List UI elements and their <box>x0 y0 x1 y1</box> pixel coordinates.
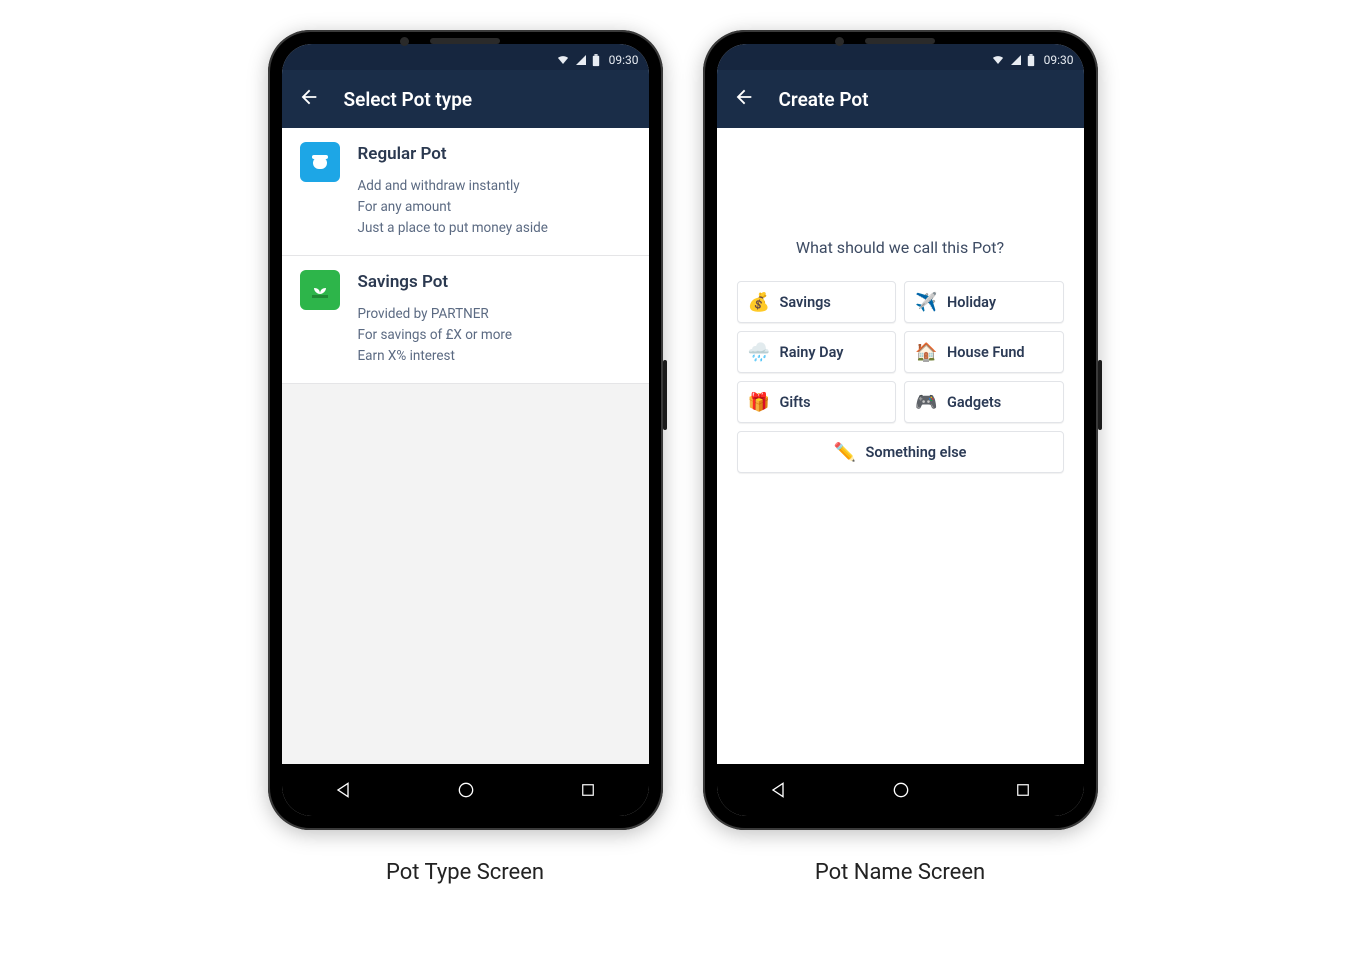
chip-rainy-day[interactable]: 🌧️ Rainy Day <box>737 331 897 373</box>
phone-b-wrap: 09:30 Create Pot What should we call thi… <box>703 30 1098 885</box>
speaker <box>430 38 500 44</box>
option-savings-pot[interactable]: Savings Pot Provided by PARTNER For savi… <box>282 256 649 384</box>
chip-gadgets[interactable]: 🎮 Gadgets <box>904 381 1064 423</box>
nav-back-icon[interactable] <box>333 780 353 800</box>
chip-something-else[interactable]: ✏️ Something else <box>737 431 1064 473</box>
front-camera <box>835 37 844 46</box>
option-text: Regular Pot Add and withdraw instantly F… <box>358 142 631 239</box>
create-prompt: What should we call this Pot? <box>737 128 1064 281</box>
plane-icon: ✈️ <box>915 292 937 313</box>
power-button <box>663 360 667 430</box>
option-desc-line: Earn X% interest <box>358 346 631 367</box>
option-title: Savings Pot <box>358 272 631 292</box>
android-nav-bar <box>282 764 649 816</box>
phone-a-frame: 09:30 Select Pot type <box>268 30 663 830</box>
option-desc-line: Provided by PARTNER <box>358 304 631 325</box>
pot-icon <box>300 142 340 182</box>
speaker-bar <box>703 30 1098 52</box>
back-button[interactable] <box>298 86 320 113</box>
create-body: What should we call this Pot? 💰 Savings … <box>717 128 1084 764</box>
nav-home-icon[interactable] <box>891 780 911 800</box>
caption-a: Pot Type Screen <box>386 860 544 885</box>
app-bar: Create Pot <box>717 70 1084 128</box>
option-regular-pot[interactable]: Regular Pot Add and withdraw instantly F… <box>282 128 649 256</box>
signal-icon <box>1010 54 1022 66</box>
battery-icon <box>1027 54 1035 67</box>
chip-label: Savings <box>780 294 831 311</box>
pot-type-list: Regular Pot Add and withdraw instantly F… <box>282 128 649 384</box>
option-desc: Add and withdraw instantly For any amoun… <box>358 176 631 239</box>
nav-recent-icon[interactable] <box>1014 781 1032 799</box>
app-bar: Select Pot type <box>282 70 649 128</box>
plant-icon <box>300 270 340 310</box>
status-time: 09:30 <box>609 53 639 67</box>
chip-grid: 💰 Savings ✈️ Holiday 🌧️ Rainy Day <box>737 281 1064 473</box>
option-desc-line: For any amount <box>358 197 631 218</box>
content-b: What should we call this Pot? 💰 Savings … <box>717 128 1084 764</box>
nav-back-icon[interactable] <box>768 780 788 800</box>
signal-icon <box>575 54 587 66</box>
phone-a-screen: 09:30 Select Pot type <box>282 44 649 816</box>
money-bag-icon: 💰 <box>748 292 770 313</box>
back-button[interactable] <box>733 86 755 113</box>
chip-holiday[interactable]: ✈️ Holiday <box>904 281 1064 323</box>
chip-savings[interactable]: 💰 Savings <box>737 281 897 323</box>
front-camera <box>400 37 409 46</box>
nav-home-icon[interactable] <box>456 780 476 800</box>
phone-b-screen: 09:30 Create Pot What should we call thi… <box>717 44 1084 816</box>
option-desc-line: For savings of £X or more <box>358 325 631 346</box>
chip-house-fund[interactable]: 🏠 House Fund <box>904 331 1064 373</box>
gamepad-icon: 🎮 <box>915 392 937 413</box>
caption-b: Pot Name Screen <box>815 860 985 885</box>
chip-label: House Fund <box>947 344 1025 361</box>
chip-gifts[interactable]: 🎁 Gifts <box>737 381 897 423</box>
option-title: Regular Pot <box>358 144 631 164</box>
wifi-icon <box>991 54 1005 66</box>
house-icon: 🏠 <box>915 342 937 363</box>
app-bar-title: Select Pot type <box>344 88 473 111</box>
chip-label: Rainy Day <box>780 344 844 361</box>
chip-label: Holiday <box>947 294 996 311</box>
speaker <box>865 38 935 44</box>
speaker-bar <box>268 30 663 52</box>
chip-label: Gifts <box>780 394 811 411</box>
app-bar-title: Create Pot <box>779 88 869 111</box>
pencil-icon: ✏️ <box>834 442 856 463</box>
phone-row: 09:30 Select Pot type <box>268 30 1098 885</box>
power-button <box>1098 360 1102 430</box>
option-desc: Provided by PARTNER For savings of £X or… <box>358 304 631 367</box>
stage: 09:30 Select Pot type <box>0 0 1365 960</box>
status-time: 09:30 <box>1044 53 1074 67</box>
gift-icon: 🎁 <box>748 392 770 413</box>
chip-label: Something else <box>866 444 967 461</box>
option-desc-line: Just a place to put money aside <box>358 218 631 239</box>
nav-recent-icon[interactable] <box>579 781 597 799</box>
phone-b-frame: 09:30 Create Pot What should we call thi… <box>703 30 1098 830</box>
android-nav-bar <box>717 764 1084 816</box>
option-desc-line: Add and withdraw instantly <box>358 176 631 197</box>
rain-icon: 🌧️ <box>748 342 770 363</box>
battery-icon <box>592 54 600 67</box>
chip-label: Gadgets <box>947 394 1001 411</box>
phone-a-wrap: 09:30 Select Pot type <box>268 30 663 885</box>
wifi-icon <box>556 54 570 66</box>
content-a: Regular Pot Add and withdraw instantly F… <box>282 128 649 764</box>
option-text: Savings Pot Provided by PARTNER For savi… <box>358 270 631 367</box>
